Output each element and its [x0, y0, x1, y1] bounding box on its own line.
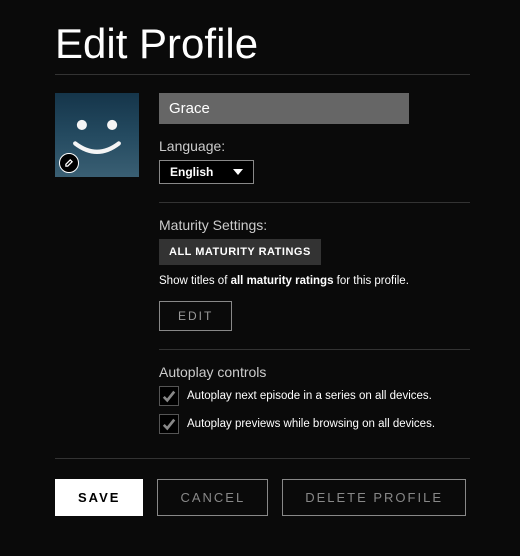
autoplay-next-episode-checkbox[interactable]	[159, 386, 179, 406]
language-label: Language:	[159, 138, 470, 154]
language-selected: English	[170, 165, 213, 179]
autoplay-previews-checkbox[interactable]	[159, 414, 179, 434]
avatar[interactable]	[55, 93, 139, 177]
autoplay-label: Autoplay controls	[159, 364, 470, 380]
pencil-icon[interactable]	[59, 153, 79, 173]
chevron-down-icon	[233, 169, 243, 175]
page-title: Edit Profile	[55, 20, 470, 68]
checkmark-icon	[162, 389, 176, 403]
maturity-label: Maturity Settings:	[159, 217, 470, 233]
language-select[interactable]: English	[159, 160, 254, 184]
autoplay-previews-label: Autoplay previews while browsing on all …	[187, 418, 435, 430]
divider	[55, 458, 470, 459]
divider	[55, 74, 470, 75]
divider	[159, 202, 470, 203]
profile-name-input[interactable]	[159, 93, 409, 124]
autoplay-next-episode-label: Autoplay next episode in a series on all…	[187, 390, 432, 402]
save-button[interactable]: SAVE	[55, 479, 143, 516]
divider	[159, 349, 470, 350]
maturity-chip: ALL MATURITY RATINGS	[159, 239, 321, 265]
cancel-button[interactable]: CANCEL	[157, 479, 268, 516]
maturity-description: Show titles of all maturity ratings for …	[159, 275, 470, 287]
checkmark-icon	[162, 417, 176, 431]
delete-profile-button[interactable]: DELETE PROFILE	[282, 479, 466, 516]
edit-maturity-button[interactable]: EDIT	[159, 301, 232, 331]
